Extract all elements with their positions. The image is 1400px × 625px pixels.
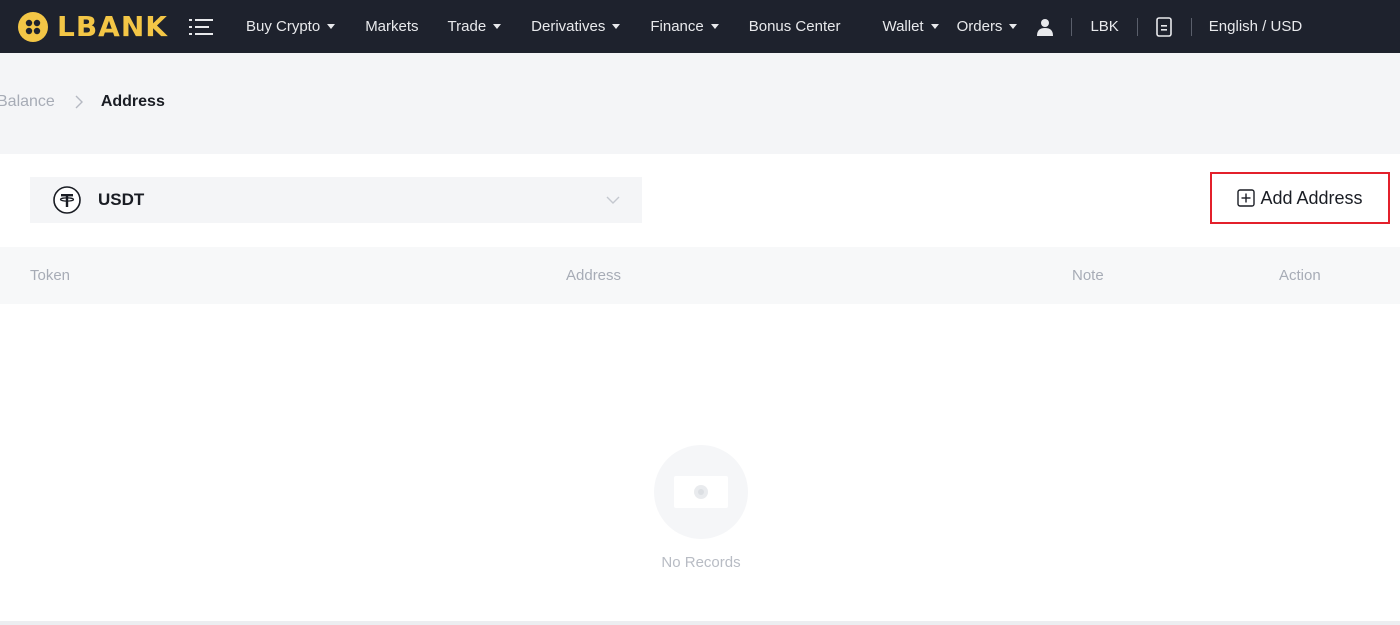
user-icon[interactable]: [1037, 0, 1054, 53]
plus-square-icon: [1237, 189, 1256, 207]
lbank-logo-icon: [18, 11, 48, 42]
breadcrumb: Balance Address: [0, 93, 165, 111]
empty-state-label: No Records: [661, 554, 741, 571]
nav-label: Trade: [447, 18, 487, 35]
empty-state: No Records: [600, 445, 802, 575]
nav-label: Finance: [650, 18, 704, 35]
column-header-address: Address: [566, 267, 622, 284]
nav-finance[interactable]: Finance: [650, 0, 719, 53]
nav-divider: [1136, 17, 1138, 36]
token-select-value: USDT: [98, 190, 145, 209]
nav-language-currency[interactable]: English / USD: [1209, 0, 1302, 53]
address-table-header: Token Address Note Action: [0, 247, 1400, 304]
caret-down-icon: [930, 24, 939, 29]
nav-buy-crypto[interactable]: Buy Crypto: [245, 0, 336, 53]
nav-label: Wallet: [882, 18, 924, 35]
add-address-content: Add Address: [1237, 187, 1363, 209]
nav-bonus-center[interactable]: Bonus Center: [749, 0, 841, 53]
nav-orders[interactable]: Orders: [957, 0, 1018, 53]
caret-down-icon: [493, 24, 502, 29]
download-app-icon[interactable]: [1155, 0, 1172, 53]
breadcrumb-band: Balance Address: [0, 53, 1400, 154]
top-navigation: LBANK Buy Crypto Markets Trade Derivativ…: [0, 0, 1400, 53]
add-address-label: Add Address: [1260, 187, 1363, 208]
caret-down-icon: [612, 24, 621, 29]
nav-wallet[interactable]: Wallet: [882, 0, 939, 53]
caret-down-icon: [1009, 24, 1018, 29]
chevron-right-icon: [75, 95, 83, 109]
nav-label: Bonus Center: [748, 18, 841, 35]
bottom-divider: [0, 621, 1400, 625]
nav-divider: [1071, 17, 1073, 36]
add-address-button[interactable]: Add Address: [1210, 172, 1390, 224]
nav-label: Derivatives: [531, 18, 606, 35]
token-select[interactable]: USDT: [30, 177, 642, 223]
caret-down-icon: [710, 24, 719, 29]
empty-records-icon: [654, 445, 748, 539]
nav-label: LBK: [1090, 18, 1119, 35]
breadcrumb-balance-link[interactable]: Balance: [0, 93, 55, 111]
column-header-note: Note: [1072, 267, 1104, 284]
nav-markets[interactable]: Markets: [365, 0, 418, 53]
column-header-action: Action: [1279, 267, 1321, 284]
nav-lbk[interactable]: LBK: [1090, 0, 1118, 53]
breadcrumb-current: Address: [100, 93, 165, 110]
nav-trade[interactable]: Trade: [448, 0, 502, 53]
nav-label: Markets: [365, 18, 419, 35]
nav-label: Orders: [956, 18, 1003, 35]
nav-derivatives[interactable]: Derivatives: [531, 0, 621, 53]
nav-divider: [1190, 17, 1192, 36]
chevron-down-icon: [606, 192, 620, 210]
nav-label: English / USD: [1208, 18, 1303, 35]
brand-name: LBANK: [57, 10, 168, 43]
tether-icon: [52, 185, 82, 215]
menu-list-icon[interactable]: [188, 16, 216, 38]
brand[interactable]: LBANK: [18, 10, 168, 43]
caret-down-icon: [327, 24, 336, 29]
nav-label: Buy Crypto: [245, 18, 321, 35]
column-header-token: Token: [30, 267, 71, 284]
